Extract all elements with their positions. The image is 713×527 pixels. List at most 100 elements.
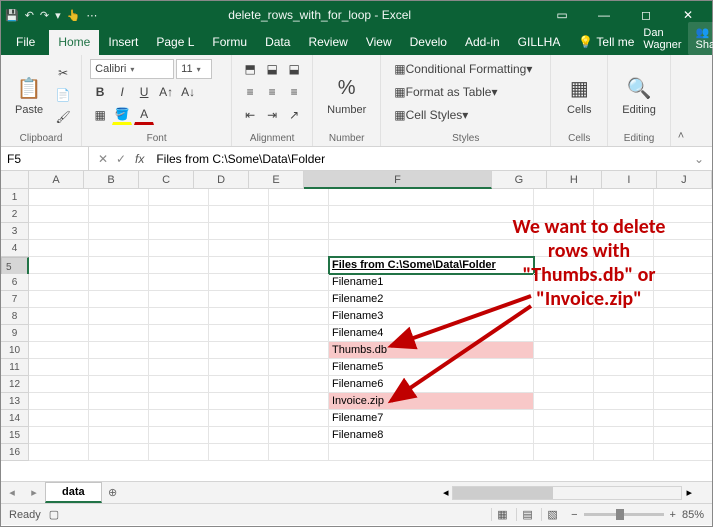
cell-I11[interactable] <box>654 359 712 376</box>
cell-E9[interactable] <box>269 325 329 342</box>
decrease-font-button[interactable]: A↓ <box>178 82 198 102</box>
cell-D1[interactable] <box>209 189 269 206</box>
cell-F8[interactable]: Filename3 <box>329 308 534 325</box>
cell-E14[interactable] <box>269 410 329 427</box>
cell-I14[interactable] <box>654 410 712 427</box>
cell-H7[interactable] <box>594 291 654 308</box>
cell-E10[interactable] <box>269 342 329 359</box>
cell-F14[interactable]: Filename7 <box>329 410 534 427</box>
cell-A7[interactable] <box>29 291 89 308</box>
tab-insert[interactable]: Insert <box>99 30 147 55</box>
cell-C13[interactable] <box>149 393 209 410</box>
cell-B13[interactable] <box>89 393 149 410</box>
cell-C4[interactable] <box>149 240 209 257</box>
cell-B7[interactable] <box>89 291 149 308</box>
row-header-8[interactable]: 8 <box>1 308 29 325</box>
cell-H14[interactable] <box>594 410 654 427</box>
tab-gillha[interactable]: GILLHA <box>509 30 570 55</box>
collapse-ribbon-icon[interactable]: ˄ <box>671 55 691 146</box>
cell-B16[interactable] <box>89 444 149 461</box>
tab-file[interactable]: File <box>7 30 49 55</box>
cell-H16[interactable] <box>594 444 654 461</box>
worksheet-grid[interactable]: ABCDEFGHIJ 12345Files from C:\Some\Data\… <box>1 171 712 481</box>
touch-mode-icon[interactable]: 👆 <box>67 9 81 22</box>
cell-C11[interactable] <box>149 359 209 376</box>
cells-button[interactable]: ▦Cells <box>559 72 599 118</box>
cell-D3[interactable] <box>209 223 269 240</box>
cell-C6[interactable] <box>149 274 209 291</box>
col-header-F[interactable]: F <box>304 171 492 189</box>
border-button[interactable]: ▦ <box>90 105 110 125</box>
scroll-left-icon[interactable]: ◂ <box>443 486 449 500</box>
row-header-9[interactable]: 9 <box>1 325 29 342</box>
cell-G15[interactable] <box>534 427 594 444</box>
cell-A15[interactable] <box>29 427 89 444</box>
row-header-11[interactable]: 11 <box>1 359 29 376</box>
cell-A11[interactable] <box>29 359 89 376</box>
bold-button[interactable]: B <box>90 82 110 102</box>
row-header-15[interactable]: 15 <box>1 427 29 444</box>
cell-C9[interactable] <box>149 325 209 342</box>
paste-button[interactable]: 📋 Paste <box>9 72 49 118</box>
cell-H15[interactable] <box>594 427 654 444</box>
user-name[interactable]: Dan Wagner <box>643 27 681 51</box>
cell-I7[interactable] <box>654 291 712 308</box>
cell-C7[interactable] <box>149 291 209 308</box>
cell-H13[interactable] <box>594 393 654 410</box>
align-left-button[interactable]: ≡ <box>240 82 260 102</box>
col-header-A[interactable]: A <box>29 171 84 189</box>
zoom-slider[interactable] <box>584 513 664 516</box>
cell-F13[interactable]: Invoice.zip <box>329 393 534 410</box>
cell-F9[interactable]: Filename4 <box>329 325 534 342</box>
col-header-G[interactable]: G <box>492 171 547 189</box>
number-format-button[interactable]: % Number <box>321 72 372 118</box>
tab-home[interactable]: Home <box>49 30 99 55</box>
cell-G4[interactable] <box>534 240 594 257</box>
row-header-13[interactable]: 13 <box>1 393 29 410</box>
page-break-view-button[interactable]: ▧ <box>541 508 563 521</box>
cancel-formula-icon[interactable]: ✕ <box>95 152 111 166</box>
cell-G10[interactable] <box>534 342 594 359</box>
redo-icon[interactable]: ↷ <box>40 9 49 22</box>
cell-F11[interactable]: Filename5 <box>329 359 534 376</box>
editing-button[interactable]: 🔍Editing <box>616 72 662 118</box>
row-header-4[interactable]: 4 <box>1 240 29 257</box>
cell-G5[interactable] <box>534 257 594 274</box>
cell-B8[interactable] <box>89 308 149 325</box>
add-sheet-button[interactable]: ⊕ <box>102 486 124 499</box>
cell-styles-button[interactable]: ▦ Cell Styles ▾ <box>389 105 473 125</box>
cell-A9[interactable] <box>29 325 89 342</box>
cell-D13[interactable] <box>209 393 269 410</box>
cell-E12[interactable] <box>269 376 329 393</box>
cell-A14[interactable] <box>29 410 89 427</box>
cell-H2[interactable] <box>594 206 654 223</box>
copy-button[interactable]: 📄 <box>53 85 73 105</box>
cell-H1[interactable] <box>594 189 654 206</box>
cell-E4[interactable] <box>269 240 329 257</box>
cell-B5[interactable] <box>89 257 149 274</box>
cell-B3[interactable] <box>89 223 149 240</box>
cell-D15[interactable] <box>209 427 269 444</box>
cell-G11[interactable] <box>534 359 594 376</box>
zoom-out-button[interactable]: − <box>571 509 577 521</box>
cell-F1[interactable] <box>329 189 534 206</box>
row-header-7[interactable]: 7 <box>1 291 29 308</box>
cell-G13[interactable] <box>534 393 594 410</box>
cell-D7[interactable] <box>209 291 269 308</box>
cell-I3[interactable] <box>654 223 712 240</box>
cell-C14[interactable] <box>149 410 209 427</box>
cut-button[interactable]: ✂ <box>53 63 73 83</box>
cell-A10[interactable] <box>29 342 89 359</box>
select-all-corner[interactable] <box>1 171 29 189</box>
undo-icon[interactable]: ↶ <box>25 9 34 22</box>
zoom-in-button[interactable]: + <box>670 509 676 521</box>
cell-H8[interactable] <box>594 308 654 325</box>
cell-H11[interactable] <box>594 359 654 376</box>
italic-button[interactable]: I <box>112 82 132 102</box>
tab-data[interactable]: Data <box>256 30 299 55</box>
row-header-12[interactable]: 12 <box>1 376 29 393</box>
cell-C2[interactable] <box>149 206 209 223</box>
cell-I2[interactable] <box>654 206 712 223</box>
increase-font-button[interactable]: A↑ <box>156 82 176 102</box>
cell-E7[interactable] <box>269 291 329 308</box>
